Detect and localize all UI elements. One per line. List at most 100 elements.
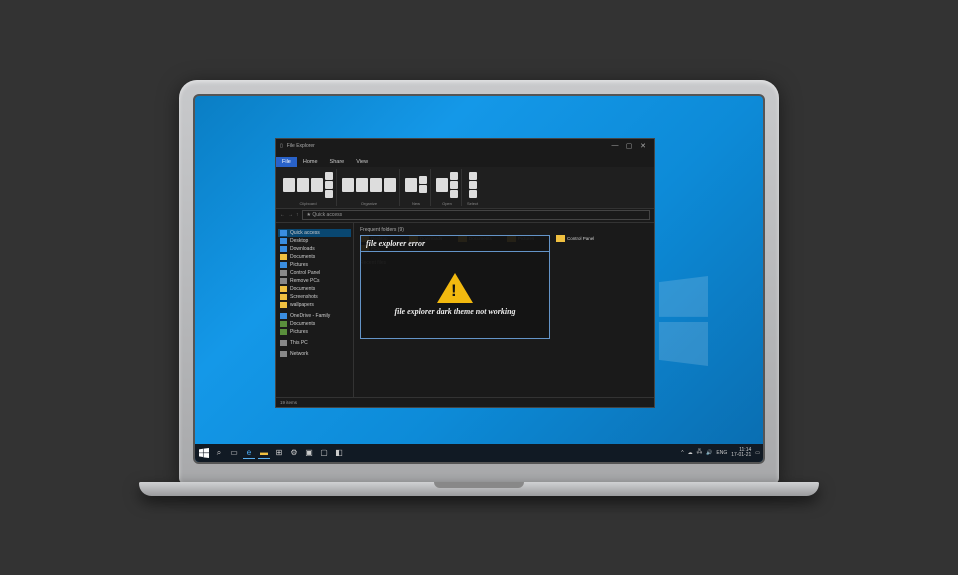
minimize-button[interactable]: — — [608, 142, 622, 149]
system-tray[interactable]: ^ ☁ 🖧 🔊 ENG 11:14 17-01-21 ▭ — [681, 448, 760, 458]
app-icon-2[interactable]: ▢ — [318, 447, 330, 459]
close-button[interactable]: ✕ — [636, 142, 650, 150]
select-none-icon[interactable] — [469, 181, 477, 189]
tray-language[interactable]: ENG — [716, 450, 727, 456]
taskbar[interactable]: ⌕ ▭ e ▬ ⊞ ⚙ ▣ ▢ ◧ ^ ☁ 🖧 🔊 ENG 11:14 — [195, 444, 763, 462]
sidebar-item-documents-2[interactable]: Documents — [278, 285, 351, 293]
address-bar-row: ← → ↑ ★ Quick access — [276, 209, 654, 223]
open-icon[interactable] — [450, 172, 458, 180]
explorer-body: Quick access Desktop Downloads Documents… — [276, 223, 654, 397]
error-message: file explorer dark theme not working — [394, 307, 515, 316]
sidebar-item-desktop[interactable]: Desktop — [278, 237, 351, 245]
ribbon-group-label: Clipboard — [299, 201, 316, 206]
content-pane[interactable]: Frequent folders (9) Desktop Downloads D… — [354, 223, 654, 397]
tab-view[interactable]: View — [350, 157, 374, 167]
error-title: file explorer error — [361, 236, 549, 252]
paste-icon[interactable] — [311, 178, 323, 192]
forward-button[interactable]: → — [288, 212, 293, 218]
new-folder-icon[interactable] — [405, 178, 417, 192]
status-bar: 19 items — [276, 397, 654, 407]
sidebar-item-control-panel[interactable]: Control Panel — [278, 269, 351, 277]
back-button[interactable]: ← — [280, 212, 285, 218]
titlebar[interactable]: ▯ File Explorer — ▢ ✕ — [276, 139, 654, 153]
ribbon-group-label: Select — [467, 201, 478, 206]
tray-chevron-icon[interactable]: ^ — [681, 450, 683, 456]
ribbon-group-new: New — [402, 169, 431, 206]
copy-icon[interactable] — [297, 178, 309, 192]
history-icon[interactable] — [450, 190, 458, 198]
sidebar-onedrive[interactable]: OneDrive - Family — [278, 312, 351, 320]
sidebar-item-remove-pcs[interactable]: Remove PCs — [278, 277, 351, 285]
item-count: 19 items — [280, 400, 297, 405]
maximize-button[interactable]: ▢ — [622, 142, 636, 150]
file-explorer-window[interactable]: ▯ File Explorer — ▢ ✕ File Home Share Vi… — [275, 138, 655, 408]
sidebar-item-screenshots[interactable]: Screenshots — [278, 293, 351, 301]
error-dialog: file explorer error file explorer dark t… — [360, 235, 550, 339]
store-icon[interactable]: ⊞ — [273, 447, 285, 459]
explorer-icon[interactable]: ▬ — [258, 447, 270, 459]
sidebar-item-wallpapers[interactable]: wallpapers — [278, 301, 351, 309]
tray-clock[interactable]: 11:14 17-01-21 — [731, 448, 751, 458]
ribbon-group-label: New — [412, 201, 420, 206]
cut-icon[interactable] — [325, 172, 333, 180]
address-path: Quick access — [312, 212, 342, 218]
sidebar-item-documents[interactable]: Documents — [278, 253, 351, 261]
star-icon: ★ — [307, 212, 311, 218]
copy-path-icon[interactable] — [325, 181, 333, 189]
address-bar[interactable]: ★ Quick access — [302, 210, 651, 220]
sidebar-network[interactable]: Network — [278, 350, 351, 358]
tray-network-icon[interactable]: 🖧 — [697, 449, 703, 457]
select-all-icon[interactable] — [469, 172, 477, 180]
sidebar-item-downloads[interactable]: Downloads — [278, 245, 351, 253]
delete-icon[interactable] — [370, 178, 382, 192]
tray-onedrive-icon[interactable]: ☁ — [688, 450, 693, 456]
invert-selection-icon[interactable] — [469, 190, 477, 198]
tray-notifications-icon[interactable]: ▭ — [755, 450, 760, 456]
rename-icon[interactable] — [384, 178, 396, 192]
laptop-frame: ▯ File Explorer — ▢ ✕ File Home Share Vi… — [179, 80, 779, 496]
ribbon-group-label: Open — [442, 201, 452, 206]
tab-home[interactable]: Home — [297, 157, 324, 167]
app-icon-3[interactable]: ◧ — [333, 447, 345, 459]
window-title: File Explorer — [287, 143, 608, 149]
laptop-base — [139, 482, 819, 496]
properties-icon[interactable] — [436, 178, 448, 192]
up-button[interactable]: ↑ — [296, 212, 299, 218]
laptop-notch — [434, 482, 524, 488]
easy-access-icon[interactable] — [419, 185, 427, 193]
laptop-lid: ▯ File Explorer — ▢ ✕ File Home Share Vi… — [179, 80, 779, 484]
frequent-folders-label: Frequent folders (9) — [360, 227, 648, 233]
folder-item[interactable]: Control Panel — [556, 235, 602, 242]
start-button[interactable] — [198, 447, 210, 459]
sidebar-quick-access[interactable]: Quick access — [278, 229, 351, 237]
desktop-screen: ▯ File Explorer — ▢ ✕ File Home Share Vi… — [193, 94, 765, 464]
settings-icon[interactable]: ⚙ — [288, 447, 300, 459]
copy-to-icon[interactable] — [356, 178, 368, 192]
app-icon[interactable]: ▣ — [303, 447, 315, 459]
task-view-icon[interactable]: ▭ — [228, 447, 240, 459]
pin-icon[interactable] — [283, 178, 295, 192]
navigation-pane[interactable]: Quick access Desktop Downloads Documents… — [276, 223, 354, 397]
sidebar-item-pictures[interactable]: Pictures — [278, 261, 351, 269]
tray-volume-icon[interactable]: 🔊 — [706, 450, 712, 456]
paste-shortcut-icon[interactable] — [325, 190, 333, 198]
sidebar-this-pc[interactable]: This PC — [278, 339, 351, 347]
tab-share[interactable]: Share — [324, 157, 351, 167]
tab-file[interactable]: File — [276, 157, 297, 167]
sidebar-item-od-pictures[interactable]: Pictures — [278, 328, 351, 336]
ribbon-group-clipboard: Clipboard — [280, 169, 337, 206]
error-body: file explorer dark theme not working — [361, 252, 549, 338]
move-to-icon[interactable] — [342, 178, 354, 192]
edge-icon[interactable]: e — [243, 447, 255, 459]
edit-icon[interactable] — [450, 181, 458, 189]
folder-icon: ▯ — [280, 143, 283, 149]
sidebar-item-od-documents[interactable]: Documents — [278, 320, 351, 328]
ribbon-group-label: Organize — [361, 201, 377, 206]
ribbon-group-organize: Organize — [339, 169, 400, 206]
new-item-icon[interactable] — [419, 176, 427, 184]
warning-icon — [437, 273, 473, 303]
ribbon-tabs: File Home Share View — [276, 153, 654, 167]
search-icon[interactable]: ⌕ — [213, 447, 225, 459]
ribbon-group-select: Select — [464, 169, 481, 206]
ribbon: Clipboard Organize — [276, 167, 654, 209]
